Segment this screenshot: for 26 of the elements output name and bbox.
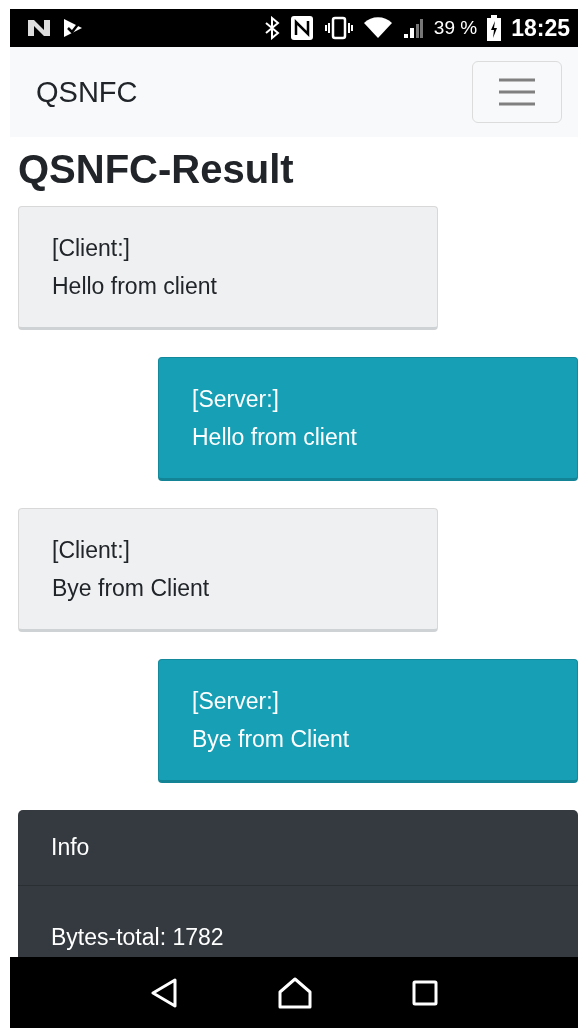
- menu-button[interactable]: [472, 61, 562, 123]
- info-line: Bytes-total: 1782: [51, 924, 225, 951]
- sender-label: [Client:]: [52, 536, 131, 565]
- wifi-icon: [363, 17, 392, 39]
- battery-charging-icon: [487, 15, 502, 41]
- back-icon[interactable]: [150, 977, 178, 1008]
- nfc-icon: [289, 15, 314, 41]
- menu-icon: [497, 77, 537, 107]
- message-text: Bye from Client: [192, 725, 351, 754]
- info-header: Info: [18, 810, 578, 886]
- n-logo-icon: [26, 18, 52, 38]
- bluetooth-icon: [263, 16, 280, 40]
- page-title: QSNFC-Result: [18, 147, 295, 192]
- home-icon[interactable]: [278, 976, 312, 1009]
- message-text: Hello from client: [52, 272, 218, 301]
- sender-label: [Client:]: [52, 234, 131, 263]
- recents-icon[interactable]: [412, 979, 438, 1006]
- battery-percentage: 39 %: [433, 17, 478, 39]
- message-text: Hello from client: [192, 423, 358, 452]
- vibrate-icon: [323, 16, 354, 40]
- message-text: Bye from Client: [52, 574, 211, 603]
- signal-icon: [401, 17, 424, 39]
- sender-label: [Server:]: [192, 687, 280, 716]
- brand-link[interactable]: QSNFC: [36, 75, 138, 109]
- clock-time: 18:25: [511, 14, 570, 42]
- sender-label: [Server:]: [192, 385, 280, 414]
